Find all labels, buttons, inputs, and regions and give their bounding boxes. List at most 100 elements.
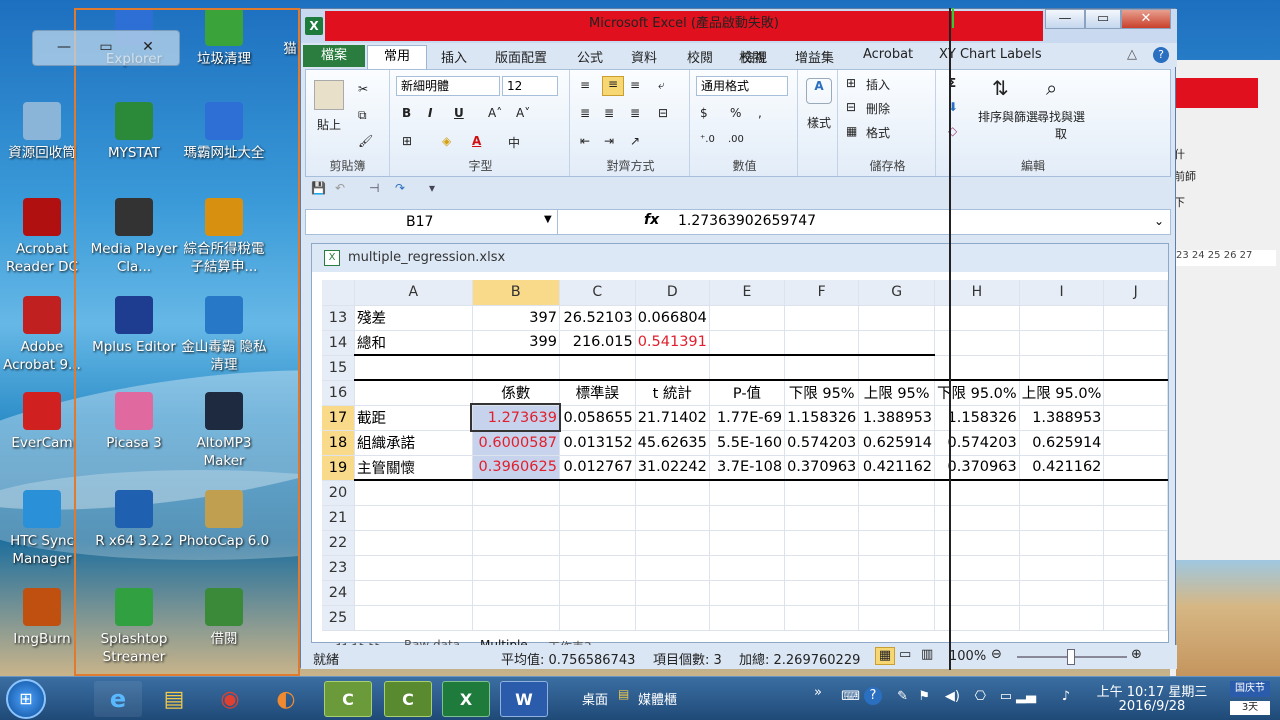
redo-icon[interactable]: ↷ xyxy=(395,181,405,195)
cell[interactable] xyxy=(559,505,636,531)
excel-taskbar-icon[interactable]: X xyxy=(442,681,490,717)
cell[interactable] xyxy=(354,355,473,381)
cell[interactable] xyxy=(559,355,636,381)
format-cells-button[interactable]: 格式 xyxy=(866,124,890,141)
minimize-button[interactable]: — xyxy=(1045,9,1085,29)
cell[interactable] xyxy=(635,530,710,556)
page-break-view-icon[interactable]: ▥ xyxy=(921,647,933,662)
row-header[interactable]: 15 xyxy=(322,355,356,381)
cell[interactable] xyxy=(1103,580,1168,606)
desktop-toolbar-label[interactable]: 桌面 xyxy=(582,689,608,708)
tab-home[interactable]: 常用 xyxy=(367,45,427,69)
close-button[interactable]: ✕ xyxy=(1121,9,1171,29)
paste-icon[interactable] xyxy=(314,80,344,110)
maximize-icon[interactable]: ▭ xyxy=(89,37,123,57)
cell[interactable]: 總和 xyxy=(354,330,473,356)
keyboard-icon[interactable]: ⌨ xyxy=(841,689,860,704)
zoom-slider-handle[interactable] xyxy=(1067,649,1075,665)
cut-icon[interactable]: ✂ xyxy=(358,82,368,96)
cell[interactable] xyxy=(1103,605,1168,631)
cell[interactable]: 係數 xyxy=(472,379,560,406)
minimize-icon[interactable]: — xyxy=(47,37,81,57)
column-header[interactable]: E xyxy=(709,280,786,306)
tab-review[interactable]: 校閱 xyxy=(687,47,713,66)
cell[interactable] xyxy=(934,505,1020,531)
cell[interactable] xyxy=(1103,505,1168,531)
cell[interactable] xyxy=(709,580,786,606)
cell[interactable]: 45.62635 xyxy=(635,430,710,456)
delete-cells-button[interactable]: 刪除 xyxy=(866,100,890,117)
tab-xy-chart-labels[interactable]: XY Chart Labels xyxy=(939,47,1042,62)
row-header[interactable]: 17 xyxy=(322,405,356,431)
network-tray-icon[interactable]: ⎔ xyxy=(975,689,986,704)
column-header[interactable]: J xyxy=(1103,280,1168,306)
clock-date[interactable]: 2016/9/28 xyxy=(1082,699,1222,714)
cell[interactable]: 0.574203 xyxy=(784,430,860,456)
start-button[interactable]: ⊞ xyxy=(6,679,46,719)
cell[interactable]: 0.421162 xyxy=(1019,455,1105,481)
cell[interactable]: 0.421162 xyxy=(858,455,936,481)
tab-file[interactable]: 檔案 xyxy=(303,45,365,67)
decrease-decimal-icon[interactable]: .00 xyxy=(728,134,744,145)
row-header[interactable]: 13 xyxy=(322,305,356,331)
cell[interactable] xyxy=(559,605,636,631)
paste-button[interactable]: 貼上 xyxy=(312,116,346,133)
expand-tray-icon[interactable]: » xyxy=(814,685,822,700)
insert-cells-icon[interactable]: ⊞ xyxy=(846,76,856,90)
cell[interactable]: 1.158326 xyxy=(934,405,1020,431)
cell[interactable] xyxy=(1019,330,1105,356)
underline-icon[interactable]: U xyxy=(454,106,464,120)
row-header[interactable]: 24 xyxy=(322,580,356,606)
cell[interactable] xyxy=(1103,305,1168,331)
cell[interactable]: 1.158326 xyxy=(784,405,860,431)
phonetic-icon[interactable]: 中 xyxy=(508,134,520,151)
cell[interactable] xyxy=(934,605,1020,631)
cell[interactable] xyxy=(784,330,860,356)
cell[interactable] xyxy=(635,580,710,606)
cell[interactable] xyxy=(1019,530,1105,556)
cell[interactable]: 截距 xyxy=(354,405,473,431)
format-cells-icon[interactable]: ▦ xyxy=(846,124,857,138)
namebox-dropdown-icon[interactable]: ▼ xyxy=(544,214,552,225)
align-right-icon[interactable]: ≣ xyxy=(630,106,640,120)
cell[interactable] xyxy=(784,580,860,606)
cell[interactable] xyxy=(1103,555,1168,581)
row-header[interactable]: 23 xyxy=(322,555,356,581)
decrease-indent-icon[interactable]: ⇤ xyxy=(580,134,590,148)
cell[interactable] xyxy=(472,580,560,606)
cell[interactable] xyxy=(635,355,710,381)
tab-acrobat[interactable]: Acrobat xyxy=(863,47,913,62)
cell[interactable] xyxy=(354,480,473,506)
grow-font-icon[interactable]: A˄ xyxy=(488,106,502,120)
maximize-button[interactable]: ▭ xyxy=(1085,9,1121,29)
tab-insert[interactable]: 插入 xyxy=(441,47,467,66)
align-left-icon[interactable]: ≣ xyxy=(580,106,590,120)
styles-icon[interactable]: A xyxy=(806,78,832,104)
row-header[interactable]: 21 xyxy=(322,505,356,531)
tool-tray-icon[interactable]: ✎ xyxy=(897,689,908,704)
zoom-level[interactable]: 100% xyxy=(949,649,986,664)
cell[interactable] xyxy=(354,605,473,631)
cell[interactable] xyxy=(934,305,1020,331)
row-header[interactable]: 20 xyxy=(322,480,356,506)
folder-taskbar-icon[interactable]: ▤ xyxy=(150,681,198,717)
cell[interactable] xyxy=(472,530,560,556)
cell[interactable]: 5.5E-160 xyxy=(709,430,786,456)
close-icon[interactable]: ✕ xyxy=(131,37,165,57)
cell[interactable] xyxy=(559,555,636,581)
cell[interactable] xyxy=(1103,379,1168,406)
customize-qat-icon[interactable]: ▾ xyxy=(429,181,435,195)
column-header[interactable]: C xyxy=(559,280,636,306)
cell[interactable]: 0.058655 xyxy=(559,405,636,431)
cell[interactable]: 0.066804 xyxy=(635,305,710,331)
cell[interactable] xyxy=(472,505,560,531)
increase-indent-icon[interactable]: ⇥ xyxy=(604,134,614,148)
cell[interactable]: 0.625914 xyxy=(1019,430,1105,456)
cell[interactable]: 1.388953 xyxy=(1019,405,1105,431)
column-header[interactable]: G xyxy=(858,280,936,306)
cell[interactable] xyxy=(709,505,786,531)
sort-filter-button[interactable]: 排序與篩選 xyxy=(978,108,1038,125)
percent-icon[interactable]: % xyxy=(730,106,741,120)
row-header[interactable]: 22 xyxy=(322,530,356,556)
cell[interactable] xyxy=(472,555,560,581)
